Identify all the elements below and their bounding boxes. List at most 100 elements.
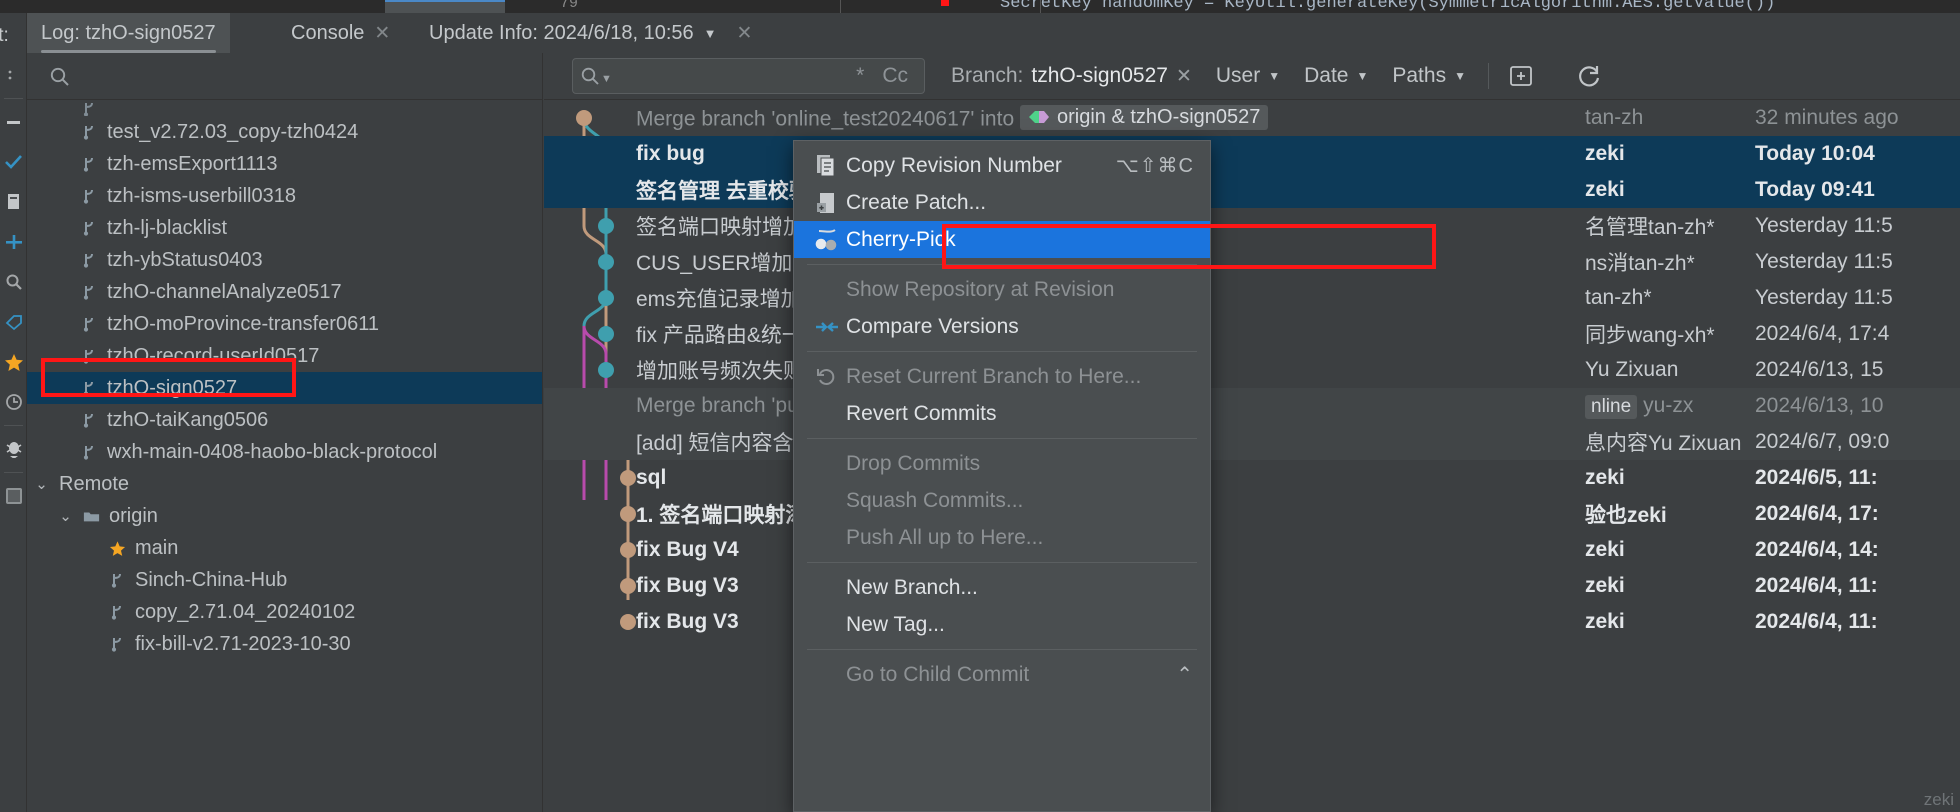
table-row[interactable]: fix 产品路由&统一跳 同步wang-xh* 2024/6/4, 17:4: [544, 316, 1960, 352]
minus-icon[interactable]: [0, 102, 27, 142]
refresh-button[interactable]: [1567, 58, 1611, 94]
branch-icon: [109, 636, 126, 652]
branch-icon: [81, 102, 98, 116]
menu-separator: [807, 438, 1197, 439]
table-row[interactable]: 签名端口映射增加批 名管理tan-zh* Yesterday 11:5: [544, 208, 1960, 244]
chevron-down-icon[interactable]: ▼: [601, 73, 612, 85]
sidebar-group-remote[interactable]: ⌄ Remote: [27, 468, 542, 500]
table-row[interactable]: 增加账号频次失败跳 Yu Zixuan 2024/6/13, 15: [544, 352, 1960, 388]
star-icon: [109, 540, 126, 557]
branch-label: tzhO-sign0527: [107, 376, 238, 399]
table-row[interactable]: fix Bug V3 zeki 2024/6/4, 11:: [544, 604, 1960, 640]
list-item[interactable]: tzh-lj-blacklist: [27, 212, 542, 244]
table-row[interactable]: Merge branch 'pub nline yu-zx 2024/6/13, …: [544, 388, 1960, 424]
more-options-icon[interactable]: [0, 55, 27, 95]
add-tab-button[interactable]: [1499, 58, 1543, 94]
commit-icon[interactable]: [0, 182, 27, 222]
table-row[interactable]: Merge branch 'online_test20240617' into …: [544, 100, 1960, 136]
menu-item-cherry-pick[interactable]: Cherry-Pick: [794, 221, 1210, 258]
tab-update-info[interactable]: Update Info: 2024/6/18, 10:56 ▼ ✕: [415, 13, 766, 53]
list-item[interactable]: [27, 102, 542, 116]
paths-filter-label: Paths: [1392, 64, 1447, 87]
table-row[interactable]: sql zeki 2024/6/5, 11:: [544, 460, 1960, 496]
tag-icon[interactable]: [0, 302, 27, 342]
menu-separator: [807, 562, 1197, 563]
list-item[interactable]: tzhO-moProvince-transfer0611: [27, 308, 542, 340]
chevron-down-icon: ▼: [1356, 69, 1369, 83]
star-icon[interactable]: [0, 342, 27, 382]
table-row[interactable]: CUS_USER增加字 ns消tan-zh* Yesterday 11:5: [544, 244, 1960, 280]
branch-icon: [81, 412, 98, 428]
menu-item-label: Reset Current Branch to Here...: [846, 364, 1142, 388]
sidebar-item-main[interactable]: main: [27, 532, 542, 564]
folder-icon: [83, 509, 100, 524]
menu-item-create-patch[interactable]: Create Patch...: [794, 184, 1210, 221]
commit-author-text: wang-xh*: [1627, 324, 1715, 347]
date-filter[interactable]: Date ▼: [1292, 58, 1380, 94]
tab-log[interactable]: Log: tzhO-sign0527: [27, 13, 230, 53]
list-item[interactable]: tzhO-record-userId0517: [27, 340, 542, 372]
graph-cell: [544, 172, 636, 208]
bug-icon[interactable]: [0, 429, 27, 469]
add-branch-icon[interactable]: [0, 222, 27, 262]
commit-context-menu[interactable]: Copy Revision Number ⌥⇧⌘C Create Patch..…: [793, 140, 1211, 812]
sidebar-group-origin[interactable]: ⌄ origin: [27, 500, 542, 532]
match-case-toggle[interactable]: Cc: [873, 64, 917, 88]
list-item[interactable]: tzhO-taiKang0506: [27, 404, 542, 436]
log-search-input[interactable]: ▼ * Cc: [572, 58, 925, 94]
branch-icon: [81, 444, 98, 460]
table-row[interactable]: 1. 签名端口映射添加 验也zeki 2024/6/4, 17:: [544, 496, 1960, 532]
search-icon[interactable]: [0, 262, 27, 302]
commit-table[interactable]: Merge branch 'online_test20240617' into …: [544, 100, 1960, 812]
list-item[interactable]: tzhO-channelAnalyze0517: [27, 276, 542, 308]
table-row[interactable]: [add] 短信内容含号 息内容Yu Zixuan 2024/6/7, 09:0: [544, 424, 1960, 460]
editor-tab-stub[interactable]: [385, 0, 505, 13]
user-filter[interactable]: User ▼: [1204, 58, 1292, 94]
chevron-down-icon[interactable]: ▼: [704, 26, 717, 41]
list-item[interactable]: tzh-emsExport1113: [27, 148, 542, 180]
branch-list[interactable]: test_v2.72.03_copy-tzh0424 tzh-emsExport…: [27, 100, 542, 812]
table-row[interactable]: 签名管理 去重校验 zeki Today 09:41: [544, 172, 1960, 208]
list-item[interactable]: test_v2.72.03_copy-tzh0424: [27, 116, 542, 148]
branch-icon: [81, 348, 98, 364]
commit-author: zeki: [1585, 178, 1625, 201]
table-row[interactable]: fix Bug V4 zeki 2024/6/4, 14:: [544, 532, 1960, 568]
menu-item-copy-revision-number[interactable]: Copy Revision Number ⌥⇧⌘C: [794, 147, 1210, 184]
menu-item-label: Push All up to Here...: [846, 525, 1044, 549]
menu-item-new-tag[interactable]: New Tag...: [794, 606, 1210, 643]
commit-author: 同步wang-xh*: [1585, 319, 1755, 349]
table-row[interactable]: fix bug zeki Today 10:04: [544, 136, 1960, 172]
branch-search-row[interactable]: [27, 53, 542, 100]
list-item[interactable]: fix-bill-v2.71-2023-10-30: [27, 628, 542, 660]
list-item[interactable]: wxh-main-0408-haobo-black-protocol: [27, 436, 542, 468]
menu-item-revert-commits[interactable]: Revert Commits: [794, 395, 1210, 432]
terminal-icon[interactable]: [0, 476, 27, 516]
table-row[interactable]: fix Bug V3 zeki 2024/6/4, 11:: [544, 568, 1960, 604]
history-icon[interactable]: [0, 382, 27, 422]
table-row[interactable]: ems充值记录增加查 tan-zh* Yesterday 11:5: [544, 280, 1960, 316]
paths-filter[interactable]: Paths ▼: [1380, 58, 1478, 94]
commit-subject: Merge branch 'online_test20240617' into …: [636, 104, 1585, 132]
clear-filter-icon[interactable]: ✕: [1176, 65, 1192, 88]
branch-filter[interactable]: Branch: tzhO-sign0527 ✕: [939, 58, 1204, 94]
regex-toggle[interactable]: *: [847, 64, 873, 88]
tab-console[interactable]: Console ✕: [277, 13, 404, 53]
chevron-down-icon[interactable]: ⌄: [33, 475, 50, 493]
ref-tag[interactable]: origin & tzhO-sign0527: [1019, 104, 1269, 130]
list-item[interactable]: copy_2.71.04_20240102: [27, 596, 542, 628]
branch-label: tzh-ybStatus0403: [107, 248, 263, 271]
checkmark-icon[interactable]: [0, 142, 27, 182]
commit-date: 2024/6/4, 14:: [1755, 538, 1879, 561]
list-item[interactable]: Sinch-China-Hub: [27, 564, 542, 596]
menu-item-compare-versions[interactable]: Compare Versions: [794, 308, 1210, 345]
list-item[interactable]: tzh-isms-userbill0318: [27, 180, 542, 212]
sidebar-item-tzho-sign0527[interactable]: tzhO-sign0527: [27, 372, 542, 404]
menu-item-new-branch[interactable]: New Branch...: [794, 569, 1210, 606]
close-icon[interactable]: ✕: [737, 22, 753, 45]
branch-label: Sinch-China-Hub: [135, 568, 288, 591]
chevron-down-icon[interactable]: ⌄: [57, 507, 74, 525]
close-icon[interactable]: ✕: [374, 22, 390, 45]
commit-date: 32 minutes ago: [1755, 106, 1899, 129]
list-item[interactable]: tzh-ybStatus0403: [27, 244, 542, 276]
ref-tag[interactable]: nline: [1585, 394, 1638, 419]
